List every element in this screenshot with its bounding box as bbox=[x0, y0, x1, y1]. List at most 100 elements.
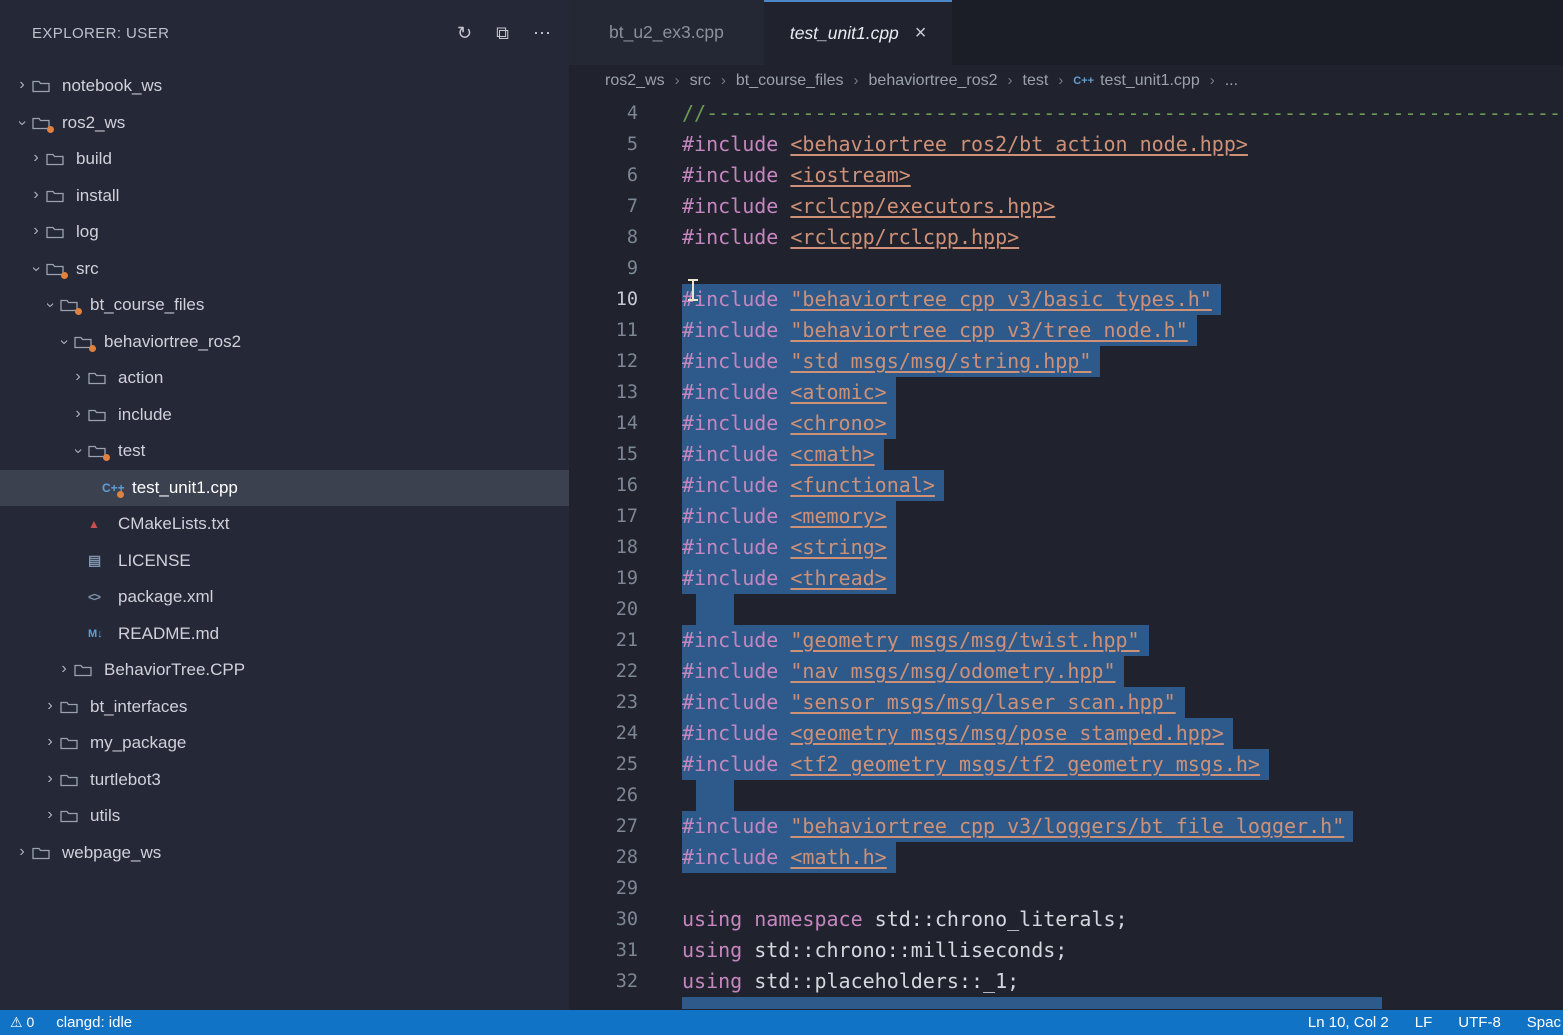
status-bar: ⚠ 0 clangd: idle Ln 10, Col 2 LF UTF-8 S… bbox=[0, 1010, 1563, 1035]
tree-file-test_unit1.cpp[interactable]: C++test_unit1.cpp bbox=[0, 470, 569, 507]
tree-folder-test[interactable]: ›test bbox=[0, 433, 569, 470]
folder-icon bbox=[32, 116, 58, 130]
code-line-8[interactable]: 8#include <rclcpp/rclcpp.hpp> bbox=[569, 222, 1563, 253]
encoding-indicator[interactable]: UTF-8 bbox=[1458, 1014, 1501, 1031]
breadcrumb-item-test[interactable]: test bbox=[1023, 72, 1049, 90]
breadcrumb-overflow[interactable]: ... bbox=[1225, 72, 1238, 90]
code-line-15[interactable]: 15#include <cmath> bbox=[569, 439, 1563, 470]
code-text bbox=[638, 873, 682, 904]
code-line-18[interactable]: 18#include <string> bbox=[569, 532, 1563, 563]
tree-file-package.xml[interactable]: <>package.xml bbox=[0, 579, 569, 616]
code-text: #include <functional> bbox=[638, 470, 944, 501]
code-line-13[interactable]: 13#include <atomic> bbox=[569, 377, 1563, 408]
folder-icon bbox=[46, 262, 72, 276]
eol-indicator[interactable]: LF bbox=[1415, 1014, 1433, 1031]
tree-folder-behaviortree_ros2[interactable]: ›behaviortree_ros2 bbox=[0, 324, 569, 361]
code-line-24[interactable]: 24#include <geometry_msgs/msg/pose_stamp… bbox=[569, 718, 1563, 749]
tree-file-LICENSE[interactable]: ▤LICENSE bbox=[0, 543, 569, 580]
code-line-20[interactable]: 20 bbox=[569, 594, 1563, 625]
code-text: #include "sensor_msgs/msg/laser_scan.hpp… bbox=[638, 687, 1185, 718]
code-line-27[interactable]: 27#include "behaviortree_cpp_v3/loggers/… bbox=[569, 811, 1563, 842]
tree-folder-install[interactable]: ›install bbox=[0, 178, 569, 215]
breadcrumb-item-src[interactable]: src bbox=[690, 72, 711, 90]
code-line-9[interactable]: 9 bbox=[569, 253, 1563, 284]
tab-bt_u2_ex3-cpp[interactable]: bt_u2_ex3.cpp bbox=[569, 0, 764, 65]
tree-file-CMakeLists.txt[interactable]: ▲CMakeLists.txt bbox=[0, 506, 569, 543]
breadcrumb-item-test_unit1.cpp[interactable]: test_unit1.cpp bbox=[1100, 72, 1200, 90]
close-icon[interactable]: × bbox=[915, 22, 927, 45]
modified-dot bbox=[75, 308, 82, 315]
breadcrumb: ros2_ws›src›bt_course_files›behaviortree… bbox=[569, 65, 1563, 96]
code-line-25[interactable]: 25#include <tf2_geometry_msgs/tf2_geomet… bbox=[569, 749, 1563, 780]
tree-file-README.md[interactable]: M↓README.md bbox=[0, 616, 569, 653]
breadcrumb-item-behaviortree_ros2[interactable]: behaviortree_ros2 bbox=[869, 72, 998, 90]
code-line-19[interactable]: 19#include <thread> bbox=[569, 563, 1563, 594]
tree-item-label: README.md bbox=[118, 624, 219, 644]
tree-folder-notebook_ws[interactable]: ›notebook_ws bbox=[0, 68, 569, 105]
code-line-23[interactable]: 23#include "sensor_msgs/msg/laser_scan.h… bbox=[569, 687, 1563, 718]
code-text: #include <atomic> bbox=[638, 377, 896, 408]
tree-folder-ros2_ws[interactable]: ›ros2_ws bbox=[0, 105, 569, 142]
code-line-12[interactable]: 12#include "std_msgs/msg/string.hpp" bbox=[569, 346, 1563, 377]
code-line-30[interactable]: 30using namespace std::chrono_literals; bbox=[569, 904, 1563, 935]
breadcrumb-separator: › bbox=[1210, 72, 1215, 89]
tree-folder-bt_interfaces[interactable]: ›bt_interfaces bbox=[0, 689, 569, 726]
tree-folder-build[interactable]: ›build bbox=[0, 141, 569, 178]
code-text: using std::chrono::milliseconds; bbox=[638, 935, 1067, 966]
refresh-icon[interactable]: ↻ bbox=[457, 23, 472, 44]
cursor-position[interactable]: Ln 10, Col 2 bbox=[1308, 1014, 1389, 1031]
code-line-28[interactable]: 28#include <math.h> bbox=[569, 842, 1563, 873]
code-line-32[interactable]: 32using std::placeholders::_1; bbox=[569, 966, 1563, 997]
tree-folder-bt_course_files[interactable]: ›bt_course_files bbox=[0, 287, 569, 324]
tree-item-label: turtlebot3 bbox=[90, 770, 161, 790]
modified-dot bbox=[61, 272, 68, 279]
tree-folder-turtlebot3[interactable]: ›turtlebot3 bbox=[0, 762, 569, 799]
code-line-14[interactable]: 14#include <chrono> bbox=[569, 408, 1563, 439]
code-line-17[interactable]: 17#include <memory> bbox=[569, 501, 1563, 532]
tab-test_unit1-cpp[interactable]: test_unit1.cpp × bbox=[764, 0, 953, 65]
code-line-16[interactable]: 16#include <functional> bbox=[569, 470, 1563, 501]
folder-icon bbox=[46, 152, 72, 166]
line-number: 28 bbox=[569, 842, 638, 873]
tree-folder-utils[interactable]: ›utils bbox=[0, 798, 569, 835]
tree-folder-include[interactable]: ›include bbox=[0, 397, 569, 434]
line-number: 14 bbox=[569, 408, 638, 439]
tree-folder-log[interactable]: ›log bbox=[0, 214, 569, 251]
line-number: 25 bbox=[569, 749, 638, 780]
code-text: #include <chrono> bbox=[638, 408, 896, 439]
breadcrumb-item-bt_course_files[interactable]: bt_course_files bbox=[736, 72, 844, 90]
tab-bar: bt_u2_ex3.cpp test_unit1.cpp × bbox=[569, 0, 1563, 65]
code-area[interactable]: 4//-------------------------------------… bbox=[569, 96, 1563, 1009]
code-line-4[interactable]: 4//-------------------------------------… bbox=[569, 98, 1563, 129]
more-actions-icon[interactable]: ⋯ bbox=[533, 23, 551, 44]
line-number: 13 bbox=[569, 377, 638, 408]
code-line-29[interactable]: 29 bbox=[569, 873, 1563, 904]
line-number: 18 bbox=[569, 532, 638, 563]
tree-folder-action[interactable]: ›action bbox=[0, 360, 569, 397]
breadcrumb-item-ros2_ws[interactable]: ros2_ws bbox=[605, 72, 665, 90]
indentation-indicator[interactable]: Spac bbox=[1527, 1014, 1561, 1031]
code-line-11[interactable]: 11#include "behaviortree_cpp_v3/tree_nod… bbox=[569, 315, 1563, 346]
code-line-26[interactable]: 26 bbox=[569, 780, 1563, 811]
code-line-21[interactable]: 21#include "geometry_msgs/msg/twist.hpp" bbox=[569, 625, 1563, 656]
code-text: #include <math.h> bbox=[638, 842, 896, 873]
modified-dot bbox=[117, 491, 124, 498]
code-line-31[interactable]: 31using std::chrono::milliseconds; bbox=[569, 935, 1563, 966]
code-line-6[interactable]: 6#include <iostream> bbox=[569, 160, 1563, 191]
tree-folder-src[interactable]: ›src bbox=[0, 251, 569, 288]
line-number: 11 bbox=[569, 315, 638, 346]
tree-folder-my_package[interactable]: ›my_package bbox=[0, 725, 569, 762]
split-editor-icon[interactable]: ⧉ bbox=[496, 23, 509, 44]
code-line-7[interactable]: 7#include <rclcpp/executors.hpp> bbox=[569, 191, 1563, 222]
code-line-5[interactable]: 5#include <behaviortree_ros2/bt_action_n… bbox=[569, 129, 1563, 160]
language-server-status[interactable]: clangd: idle bbox=[56, 1014, 132, 1031]
code-text: #include "behaviortree_cpp_v3/basic_type… bbox=[638, 284, 1221, 315]
code-line-22[interactable]: 22#include "nav_msgs/msg/odometry.hpp" bbox=[569, 656, 1563, 687]
line-number: 19 bbox=[569, 563, 638, 594]
tree-folder-webpage_ws[interactable]: ›webpage_ws bbox=[0, 835, 569, 872]
chevron-down-icon: › bbox=[13, 113, 31, 133]
code-text: #include "geometry_msgs/msg/twist.hpp" bbox=[638, 625, 1149, 656]
tree-folder-BehaviorTree.CPP[interactable]: ›BehaviorTree.CPP bbox=[0, 652, 569, 689]
code-line-10[interactable]: 10#include "behaviortree_cpp_v3/basic_ty… bbox=[569, 284, 1563, 315]
warnings-indicator[interactable]: ⚠ 0 bbox=[10, 1014, 34, 1031]
